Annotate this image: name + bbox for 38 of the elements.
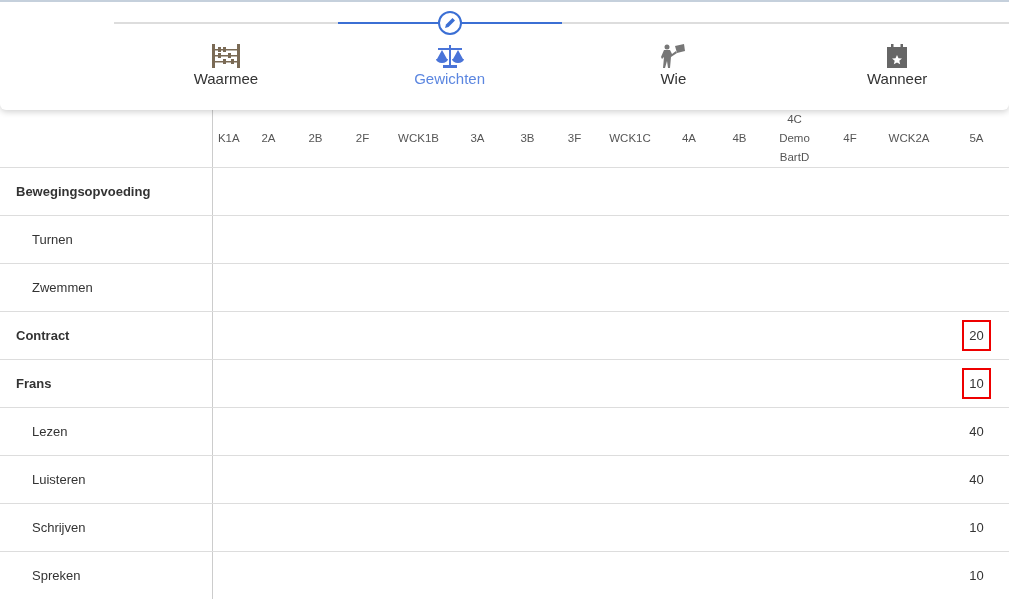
column-header: 4A xyxy=(681,131,697,146)
row-label: Luisteren xyxy=(32,471,86,487)
column-header: 3B xyxy=(520,131,535,146)
column-header: 4F xyxy=(843,131,857,146)
column-header: 4C Demo BartD xyxy=(778,112,811,165)
abacus-icon xyxy=(210,44,241,68)
column-header: 2A xyxy=(261,131,276,146)
scale-icon xyxy=(434,44,465,68)
step-tab[interactable]: Wanneer xyxy=(866,70,928,88)
row-label: Spreken xyxy=(32,567,81,583)
column-header: 2F xyxy=(355,131,370,146)
person-icon xyxy=(660,44,687,68)
calendar-icon xyxy=(886,44,909,68)
step-tab[interactable]: Wie xyxy=(660,70,687,88)
row-label: Lezen xyxy=(32,423,68,439)
column-header: 4B xyxy=(732,131,747,146)
weight-value: 40 xyxy=(968,470,985,489)
weight-value: 40 xyxy=(968,422,985,441)
row-label: Turnen xyxy=(32,231,73,247)
group-label: Contract xyxy=(16,327,70,343)
group-label: Bewegingsopvoeding xyxy=(16,183,151,199)
column-header: 3F xyxy=(567,131,582,146)
column-header: WCK2A xyxy=(888,131,930,146)
weight-value: 20 xyxy=(962,319,991,352)
column-header: WCK1C xyxy=(609,131,651,146)
column-header: 2B xyxy=(308,131,323,146)
column-header: WCK1B xyxy=(398,131,439,146)
column-header: 3A xyxy=(470,131,485,146)
row-label: Zwemmen xyxy=(32,279,93,295)
column-header: K1A xyxy=(217,131,240,146)
step-tab[interactable]: Gewichten xyxy=(414,70,486,88)
step-tab[interactable]: Waarmee xyxy=(193,70,259,88)
weight-value: 10 xyxy=(968,518,985,537)
group-label: Frans xyxy=(16,375,52,391)
column-header: 5A xyxy=(969,131,984,146)
weight-value: 10 xyxy=(962,367,991,400)
row-label: Schrijven xyxy=(32,519,86,535)
weight-value: 10 xyxy=(968,566,985,585)
